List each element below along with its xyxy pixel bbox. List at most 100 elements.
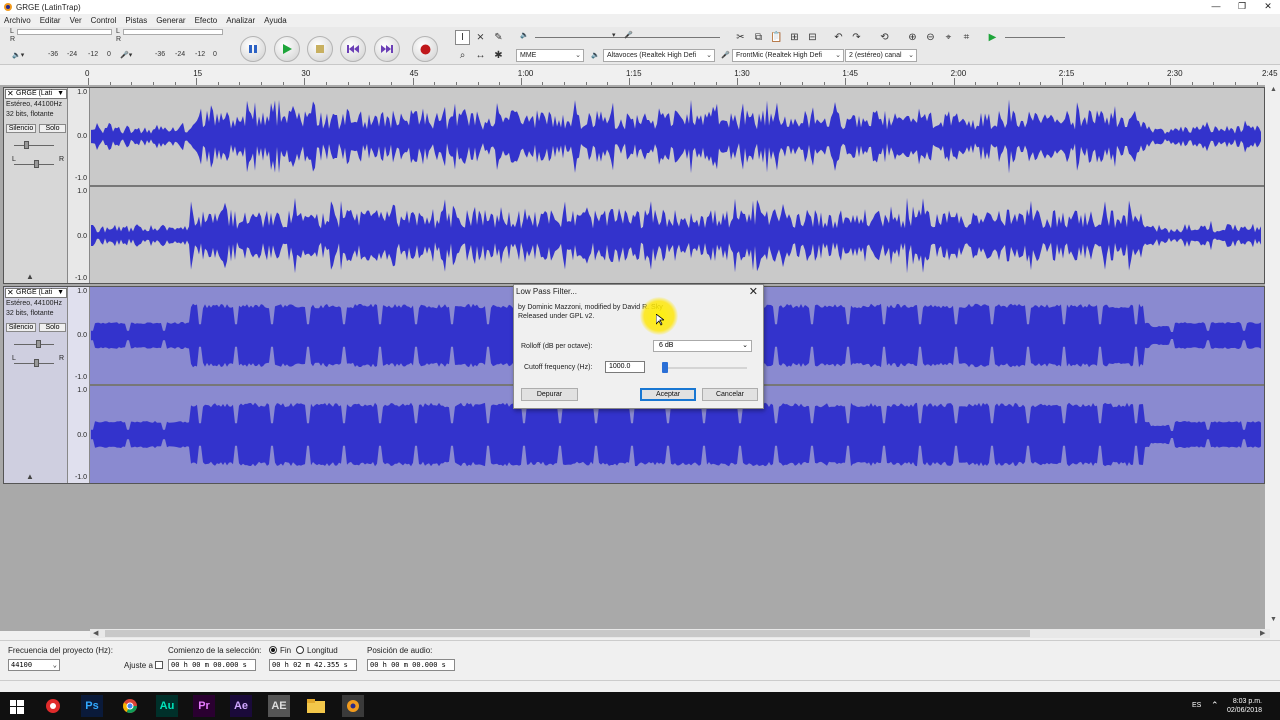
debug-button[interactable]: Depurar — [521, 388, 578, 401]
mute-button[interactable]: Silencio — [6, 124, 36, 133]
menu-control[interactable]: Control — [87, 16, 122, 25]
after-effects-icon[interactable]: Ae — [230, 695, 252, 717]
windows-start-icon[interactable] — [10, 700, 24, 714]
pan-knob[interactable] — [34, 359, 39, 367]
vertical-scrollbar[interactable]: ▲ ▼ — [1268, 86, 1280, 626]
close-icon[interactable]: ✕ — [7, 289, 14, 297]
collapse-icon[interactable]: ▲ — [26, 472, 34, 481]
photoshop-icon[interactable]: Ps — [81, 695, 103, 717]
paste-icon[interactable]: 📋 — [769, 30, 784, 45]
scrollbar-thumb[interactable] — [105, 630, 1030, 637]
menu-pistas[interactable]: Pistas — [121, 16, 152, 25]
play-button[interactable] — [274, 36, 300, 62]
premiere-icon[interactable]: Pr — [193, 695, 215, 717]
cut-icon[interactable]: ✂ — [733, 30, 748, 45]
rolloff-select[interactable]: 6 dB ⌄ — [653, 340, 752, 352]
minimize-button[interactable]: — — [1203, 0, 1229, 14]
waveform-right-channel[interactable] — [91, 187, 1261, 284]
maximize-button[interactable]: ❐ — [1229, 0, 1255, 14]
multi-tool-icon[interactable]: ✱ — [491, 48, 506, 63]
scroll-right-icon[interactable]: ▶ — [1260, 629, 1265, 637]
trim-icon[interactable]: ⊞ — [787, 30, 802, 45]
audio-host-select[interactable]: MME ⌄ — [516, 49, 584, 62]
zoom-tool-icon[interactable]: ⌕ — [455, 48, 470, 63]
menu-analizar[interactable]: Analizar — [222, 16, 260, 25]
gain-slider[interactable] — [14, 340, 54, 348]
pan-knob[interactable] — [34, 160, 39, 168]
gain-slider[interactable] — [14, 141, 54, 149]
recorder-app-icon[interactable] — [42, 695, 64, 717]
waveform-left-channel[interactable] — [91, 88, 1261, 185]
file-explorer-icon[interactable] — [305, 695, 327, 717]
pan-slider[interactable] — [14, 160, 54, 168]
selection-start-field[interactable]: 00 h 00 m 00.000 s — [168, 659, 256, 671]
draw-tool-icon[interactable]: ✎ — [491, 30, 506, 45]
fit-selection-icon[interactable]: ⌖ — [941, 30, 956, 45]
zoom-in-icon[interactable]: ⊕ — [905, 30, 920, 45]
timeline-ruler[interactable]: 0 15 30 45 1:00 1:15 1:30 1:45 2:00 2:15 2:30 2:45 — [0, 66, 1278, 86]
track-name-menu[interactable]: ✕ GRGE (Lati ▼ — [5, 288, 67, 298]
channels-select[interactable]: 2 (estéreo) canal ⌄ — [845, 49, 917, 62]
zoom-out-icon[interactable]: ⊖ — [923, 30, 938, 45]
dialog-close-icon[interactable]: ✕ — [749, 285, 758, 298]
mute-button[interactable]: Silencio — [6, 323, 36, 332]
undo-icon[interactable]: ↶ — [831, 30, 846, 45]
selection-end-field[interactable]: 00 h 02 m 42.355 s — [269, 659, 357, 671]
mic-icon[interactable]: 🎤▾ — [120, 51, 132, 59]
menu-ver[interactable]: Ver — [66, 16, 87, 25]
speaker-icon[interactable]: 🔈▾ — [12, 51, 24, 59]
skip-start-button[interactable] — [340, 36, 366, 62]
length-radio[interactable] — [296, 646, 304, 654]
timeshift-tool-icon[interactable]: ↔ — [473, 48, 488, 63]
playback-meter[interactable] — [123, 29, 223, 35]
audition-icon[interactable]: Au — [156, 695, 178, 717]
menu-archivo[interactable]: Archivo — [0, 16, 36, 25]
sync-lock-icon[interactable]: ⟲ — [877, 30, 892, 45]
cutoff-slider-track[interactable] — [663, 367, 747, 369]
close-icon[interactable]: ✕ — [7, 90, 14, 98]
record-button[interactable] — [412, 36, 438, 62]
show-hidden-icon[interactable]: ⌃ — [1211, 700, 1219, 711]
snap-checkbox[interactable] — [155, 661, 163, 669]
output-volume-knob[interactable]: ▾ — [612, 31, 616, 39]
track-name-menu[interactable]: ✕ GRGE (Lati ▼ — [5, 89, 67, 99]
output-device-select[interactable]: Altavoces (Realtek High Defi ⌄ — [603, 49, 715, 62]
menu-efecto[interactable]: Efecto — [191, 16, 223, 25]
scroll-down-icon[interactable]: ▼ — [1270, 616, 1277, 623]
skip-end-button[interactable] — [374, 36, 400, 62]
menu-editar[interactable]: Editar — [36, 16, 66, 25]
menu-generar[interactable]: Generar — [152, 16, 190, 25]
chrome-icon[interactable] — [119, 695, 141, 717]
stop-button[interactable] — [307, 36, 333, 62]
pause-button[interactable] — [240, 36, 266, 62]
envelope-tool-icon[interactable]: ⨯ — [473, 30, 488, 45]
gain-knob[interactable] — [36, 340, 41, 348]
ok-button[interactable]: Aceptar — [640, 388, 696, 401]
scroll-up-icon[interactable]: ▲ — [1270, 86, 1277, 93]
audio-track-1[interactable]: ✕ GRGE (Lati ▼ Estéreo, 44100Hz 32 bits, f… — [3, 87, 1265, 284]
play-at-speed-icon[interactable]: ▶ — [985, 30, 1000, 45]
project-rate-select[interactable]: 44100 ⌄ — [8, 659, 60, 671]
fit-project-icon[interactable]: ⌗ — [959, 30, 974, 45]
input-device-select[interactable]: FrontMic (Realtek High Defi ⌄ — [732, 49, 844, 62]
horizontal-scrollbar[interactable]: ◀ ▶ — [90, 629, 1270, 638]
cutoff-input[interactable]: 1000.0 — [605, 361, 645, 373]
selection-tool-icon[interactable]: I — [455, 30, 470, 45]
close-button[interactable]: ✕ — [1255, 0, 1280, 14]
media-encoder-icon[interactable]: AE — [268, 695, 290, 717]
language-indicator[interactable]: ES — [1192, 702, 1201, 709]
copy-icon[interactable]: ⧉ — [751, 30, 766, 45]
record-meter[interactable] — [17, 29, 112, 35]
cancel-button[interactable]: Cancelar — [702, 388, 758, 401]
silence-icon[interactable]: ⊟ — [805, 30, 820, 45]
scroll-left-icon[interactable]: ◀ — [93, 629, 98, 637]
pan-slider[interactable] — [14, 359, 54, 367]
play-speed-slider[interactable] — [1005, 37, 1065, 38]
audacity-taskbar-icon[interactable] — [342, 695, 364, 717]
gain-knob[interactable] — [24, 141, 29, 149]
menu-ayuda[interactable]: Ayuda — [260, 16, 292, 25]
redo-icon[interactable]: ↷ — [849, 30, 864, 45]
audio-position-field[interactable]: 00 h 00 m 00.000 s — [367, 659, 455, 671]
end-radio[interactable] — [269, 646, 277, 654]
system-clock[interactable]: 8:03 p.m. 02/06/2018 — [1227, 697, 1262, 715]
